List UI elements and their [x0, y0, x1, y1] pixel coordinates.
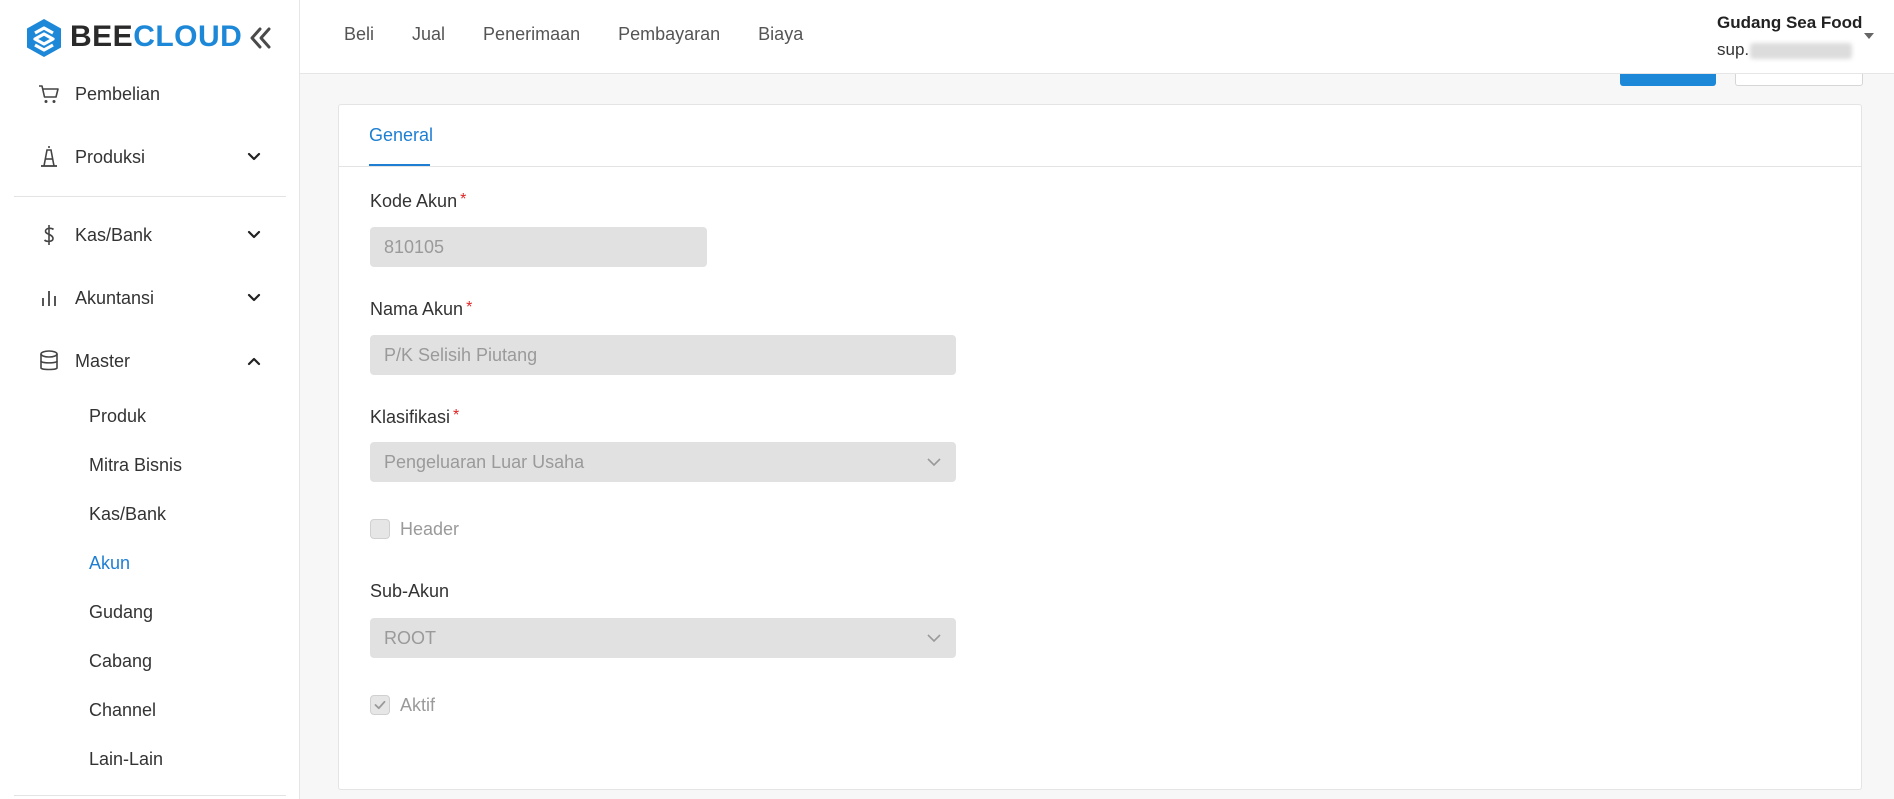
- tab-general[interactable]: General: [369, 125, 433, 146]
- sidebar-divider: [14, 795, 286, 796]
- sidebar-item-label: Master: [75, 350, 131, 371]
- sidebar-subitem-produk[interactable]: Produk: [89, 406, 146, 427]
- sidebar: BEECLOUD Pembelian Produksi Kas/Bank Aku…: [0, 0, 300, 799]
- sidebar-subitem-mitra-bisnis[interactable]: Mitra Bisnis: [89, 455, 182, 476]
- database-icon: [36, 348, 62, 374]
- sidebar-item-kas-bank[interactable]: Kas/Bank: [0, 210, 299, 260]
- sidebar-subitem-kas-bank[interactable]: Kas/Bank: [89, 504, 166, 525]
- header-checkbox[interactable]: [370, 519, 390, 539]
- klasifikasi-label-text: Klasifikasi: [370, 407, 451, 427]
- sidebar-subitem-lain-lain[interactable]: Lain-Lain: [89, 749, 163, 770]
- chevron-down-icon: [247, 293, 261, 302]
- kode-akun-label: Kode Akun *: [370, 191, 466, 212]
- sidebar-item-produksi[interactable]: Produksi: [0, 132, 299, 182]
- topnav-pembayaran[interactable]: Pembayaran: [618, 24, 720, 45]
- chevron-up-icon: [247, 357, 261, 366]
- sub-akun-label: Sub-Akun: [370, 581, 450, 601]
- checkmark-icon: [374, 700, 386, 710]
- sidebar-item-pembelian[interactable]: Pembelian: [0, 69, 299, 119]
- kode-akun-field[interactable]: 810105: [370, 227, 707, 267]
- klasifikasi-value: Pengeluaran Luar Usaha: [384, 451, 585, 472]
- company-name[interactable]: Gudang Sea Food: [1717, 13, 1862, 33]
- sidebar-item-akuntansi[interactable]: Akuntansi: [0, 273, 299, 323]
- account-form-card: General Kode Akun * 810105 Nama Akun * P/K…: [338, 104, 1862, 790]
- kode-akun-label-text: Kode Akun: [370, 191, 458, 211]
- aktif-checkbox-label: Aktif: [400, 695, 436, 715]
- sidebar-item-label: Akuntansi: [75, 287, 155, 308]
- sidebar-item-label: Produksi: [75, 146, 146, 167]
- user-email-text: sup.: [1717, 40, 1750, 59]
- sub-akun-select[interactable]: ROOT: [370, 618, 956, 658]
- aktif-checkbox[interactable]: [370, 695, 390, 715]
- nama-akun-label: Nama Akun *: [370, 299, 472, 320]
- topnav-jual[interactable]: Jual: [412, 24, 445, 45]
- brand-name: BEECLOUD: [70, 20, 242, 54]
- redacted-email: [1750, 42, 1853, 59]
- top-navigation: Beli Jual Penerimaan Pembayaran Biaya: [344, 24, 841, 45]
- sub-akun-value: ROOT: [384, 627, 436, 648]
- active-tab-indicator: [369, 164, 430, 166]
- topnav-biaya[interactable]: Biaya: [758, 24, 803, 45]
- topnav-penerimaan[interactable]: Penerimaan: [483, 24, 580, 45]
- user-menu-caret-icon[interactable]: [1864, 33, 1874, 39]
- sidebar-item-label: Kas/Bank: [75, 224, 153, 245]
- required-mark: *: [460, 191, 467, 208]
- sidebar-item-label: Pembelian: [75, 83, 161, 104]
- brand-name-part1: BEE: [70, 20, 134, 53]
- sidebar-subitem-cabang[interactable]: Cabang: [89, 651, 152, 672]
- chevron-down-icon: [927, 634, 941, 643]
- beecloud-logo-icon: [27, 19, 61, 57]
- required-mark: *: [466, 299, 473, 316]
- tab-bar: General: [339, 105, 1861, 167]
- logo: BEECLOUD: [0, 0, 299, 76]
- primary-action-button[interactable]: [1620, 74, 1716, 86]
- brand-name-part2: CLOUD: [133, 20, 243, 53]
- topbar: Beli Jual Penerimaan Pembayaran Biaya Gu…: [300, 0, 1894, 74]
- secondary-action-button[interactable]: [1735, 74, 1863, 86]
- klasifikasi-select[interactable]: Pengeluaran Luar Usaha: [370, 442, 956, 482]
- user-email[interactable]: sup.: [1717, 40, 1853, 60]
- dollar-icon: [36, 222, 62, 248]
- chevron-down-icon: [247, 152, 261, 161]
- nama-akun-field[interactable]: P/K Selisih Piutang: [370, 335, 956, 375]
- sidebar-subitem-akun[interactable]: Akun: [89, 553, 130, 574]
- sidebar-subitem-gudang[interactable]: Gudang: [89, 602, 153, 623]
- sidebar-item-master[interactable]: Master: [0, 336, 299, 386]
- bar-chart-icon: [36, 285, 62, 311]
- required-mark: *: [453, 407, 460, 424]
- topnav-beli[interactable]: Beli: [344, 24, 374, 45]
- chevron-down-icon: [927, 458, 941, 467]
- header-checkbox-label: Header: [400, 519, 460, 539]
- sidebar-divider: [14, 196, 286, 197]
- collapse-sidebar-icon[interactable]: [246, 24, 274, 52]
- chevron-down-icon: [247, 230, 261, 239]
- production-icon: [36, 144, 62, 170]
- nama-akun-label-text: Nama Akun: [370, 299, 464, 319]
- sidebar-subitem-channel[interactable]: Channel: [89, 700, 156, 721]
- cart-icon: [36, 81, 62, 107]
- klasifikasi-label: Klasifikasi *: [370, 407, 459, 428]
